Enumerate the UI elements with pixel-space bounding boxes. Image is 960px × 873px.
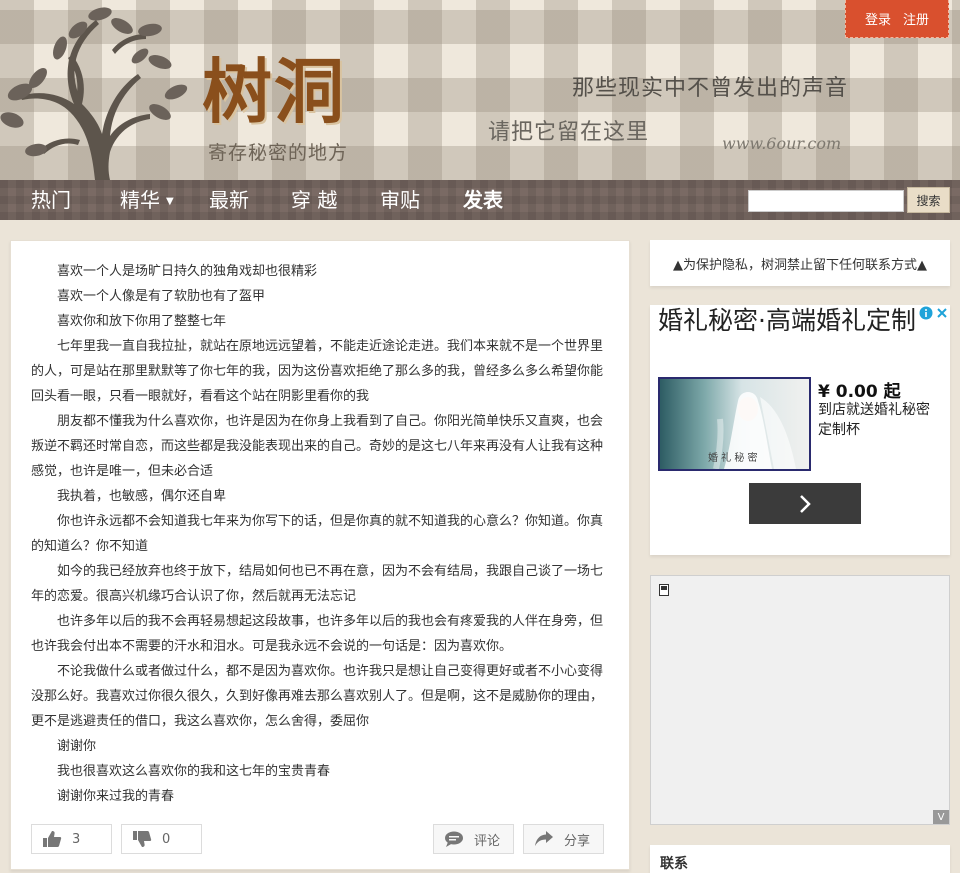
nav-item-label: 审贴 xyxy=(380,188,420,212)
login-link[interactable]: 登录 xyxy=(865,9,891,28)
nav-item-hot[interactable]: 热门 xyxy=(31,180,71,220)
plugin-icon xyxy=(659,584,669,596)
ad-image-caption: 婚 礼 秘 密 xyxy=(708,451,758,464)
post-paragraph: 你也许永远都不会知道我七年来为你写下的话，但是你真的就不知道我的心意么？你知道。… xyxy=(31,514,604,554)
frame-corner-mark: V xyxy=(933,810,949,824)
thumbs-down-icon xyxy=(133,831,152,847)
ad-price-value: ¥ 0.00 起 xyxy=(818,382,901,402)
like-count: 3 xyxy=(72,831,81,847)
close-icon xyxy=(937,308,947,318)
post-paragraph: 如今的我已经放弃也终于放下，结局如何也已不再在意，因为不会有结局，我跟自己谈了一… xyxy=(31,564,604,604)
caret-down-icon: ▼ xyxy=(166,195,174,207)
info-icon xyxy=(919,306,933,320)
nav-item-featured[interactable]: 精华 ▼ xyxy=(120,180,174,220)
site-url: www.6our.com xyxy=(722,134,842,153)
nav-item-label: 穿 越 xyxy=(291,188,338,212)
nav-item-label: 最新 xyxy=(209,188,249,212)
nav-item-latest[interactable]: 最新 xyxy=(209,180,249,220)
comment-button[interactable]: 评论 xyxy=(433,824,514,854)
share-arrow-icon xyxy=(535,831,553,846)
auth-box: 登录 注册 xyxy=(845,0,949,38)
embedded-frame[interactable]: V xyxy=(650,575,950,825)
dislike-count: 0 xyxy=(162,831,171,847)
search-input[interactable] xyxy=(748,190,904,212)
header-slogan-line1: 那些现实中不曾发出的声音 xyxy=(572,76,849,101)
nav-item-label: 精华 xyxy=(120,188,160,212)
dislike-button[interactable]: 0 xyxy=(121,824,202,854)
nav-item-travel[interactable]: 穿 越 xyxy=(291,180,337,220)
post-paragraph: 喜欢一个人是场旷日持久的独角戏却也很精彩 xyxy=(57,264,318,279)
share-button[interactable]: 分享 xyxy=(523,824,604,854)
search-button[interactable]: 搜索 xyxy=(907,187,950,213)
post-paragraph: 七年里我一直自我拉扯，就站在原地远远望着，不能走近途论走进。我们本来就不是一个世… xyxy=(31,339,604,404)
comment-label: 评论 xyxy=(474,833,501,849)
comment-icon xyxy=(445,831,463,847)
post-paragraph: 谢谢你 xyxy=(57,739,97,754)
ad-next-button[interactable] xyxy=(749,483,861,524)
site-header: 树洞 寄存秘密的地方 那些现实中不曾发出的声音 请把它留在这里 www.6our… xyxy=(0,0,960,180)
share-label: 分享 xyxy=(564,833,591,849)
post-card: 喜欢一个人是场旷日持久的独角戏却也很精彩 喜欢一个人像是有了软肋也有了盔甲 喜欢… xyxy=(10,240,630,870)
contact-widget: 联系 xyxy=(650,845,950,873)
ad-description[interactable]: 到店就送婚礼秘密定制杯 xyxy=(818,400,943,440)
nav-item-post[interactable]: 发表 xyxy=(463,180,503,220)
nav-item-review[interactable]: 审贴 xyxy=(380,180,420,220)
post-paragraph: 喜欢一个人像是有了软肋也有了盔甲 xyxy=(57,289,266,304)
site-logo-title[interactable]: 树洞 xyxy=(202,36,346,137)
post-paragraph: 朋友都不懂我为什么喜欢你，也许是因为在你身上我看到了自己。你阳光简单快乐又直爽，… xyxy=(31,414,604,479)
post-paragraph: 喜欢你和放下你用了整整七年 xyxy=(57,314,227,329)
bride-photo-icon: 婚 礼 秘 密 xyxy=(708,392,796,469)
like-button[interactable]: 3 xyxy=(31,824,112,854)
tree-logo-icon xyxy=(0,7,188,180)
privacy-notice: ▲为保护隐私，树洞禁止留下任何联系方式▲ xyxy=(650,240,950,286)
chevron-right-icon xyxy=(800,494,811,513)
ad-choices-badge[interactable] xyxy=(917,305,950,321)
post-body: 喜欢一个人是场旷日持久的独角戏却也很精彩 喜欢一个人像是有了软肋也有了盔甲 喜欢… xyxy=(31,259,609,809)
ad-banner[interactable]: 婚礼秘密·高端婚礼定制 婚 礼 秘 密 ¥ 0.00 起 到店就送婚礼秘密定制杯 xyxy=(650,305,950,555)
post-paragraph: 我也很喜欢这么喜欢你的我和这七年的宝贵青春 xyxy=(57,764,331,779)
nav-item-label: 热门 xyxy=(31,188,71,212)
post-paragraph: 我执着，也敏感，偶尔还自卑 xyxy=(57,489,227,504)
ad-image[interactable]: 婚 礼 秘 密 xyxy=(658,377,811,471)
register-link[interactable]: 注册 xyxy=(903,9,929,28)
contact-title: 联系 xyxy=(660,856,688,872)
thumbs-up-icon xyxy=(43,831,62,847)
site-logo-subtitle: 寄存秘密的地方 xyxy=(208,142,349,164)
ad-title[interactable]: 婚礼秘密·高端婚礼定制 xyxy=(658,305,918,337)
nav-item-label: 发表 xyxy=(463,188,503,212)
post-paragraph: 也许多年以后的我不会再轻易想起这段故事，也许多年以后的我也会有疼爱我的人伴在身旁… xyxy=(31,614,604,654)
post-paragraph: 不论我做什么或者做过什么，都不是因为喜欢你。也许我只是想让自己变得更好或者不小心… xyxy=(31,664,604,729)
post-paragraph: 谢谢你来过我的青春 xyxy=(57,789,175,804)
ad-price: ¥ 0.00 起 xyxy=(818,377,901,402)
header-slogan-line2: 请把它留在这里 xyxy=(488,120,650,145)
